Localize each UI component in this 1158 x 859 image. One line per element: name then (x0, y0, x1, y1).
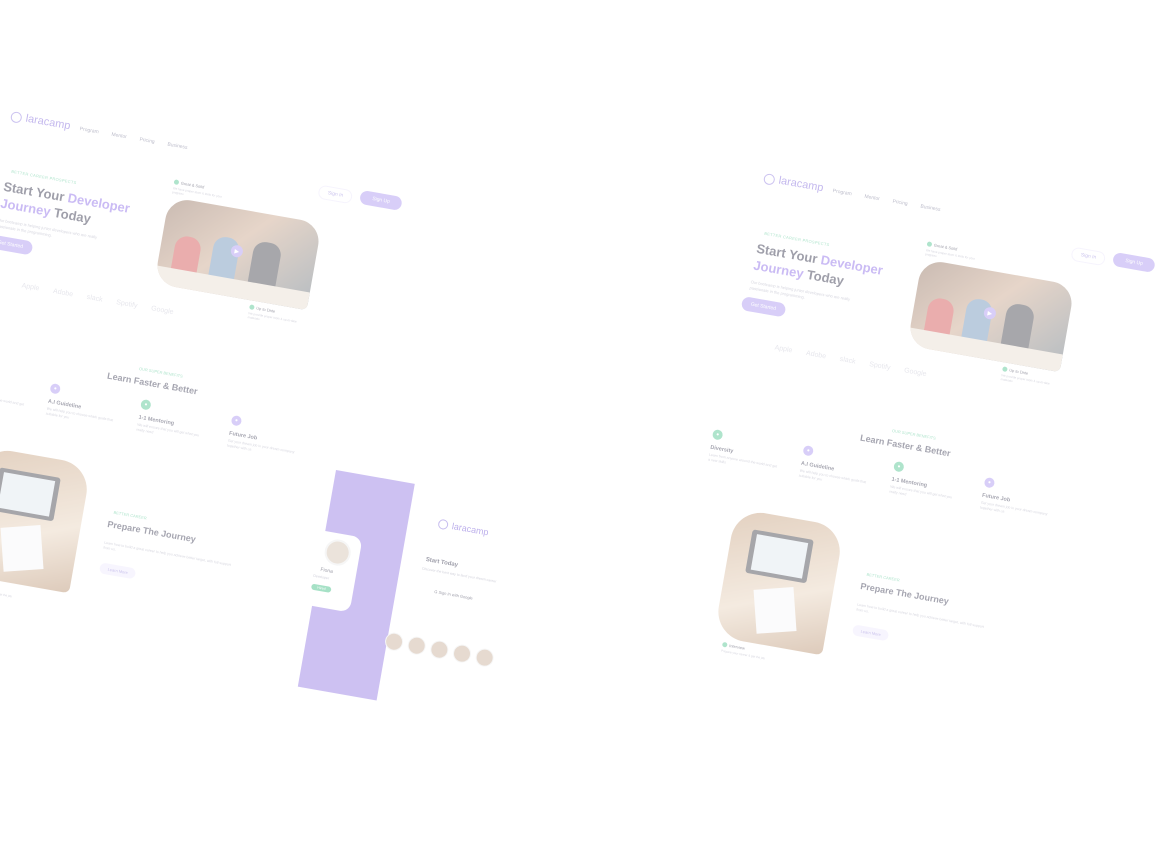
brand-slack: slack (839, 355, 857, 366)
nav-link-program[interactable]: Program (79, 126, 99, 135)
logo[interactable]: laracamp (10, 110, 71, 132)
features-title: Learn Faster & Better (859, 432, 952, 459)
feature-mentoring: ● 1-1 Mentoring We will ensure that you … (889, 460, 964, 507)
feature-ai-guideline: ● A.I Guideline We will help you to choo… (798, 444, 873, 491)
journey-kicker: BETTER CAREER (866, 571, 901, 583)
logo-text: laracamp (24, 112, 72, 133)
journey-kicker: BETTER CAREER (113, 509, 148, 521)
avatar-row (383, 631, 496, 669)
brand-slack: slack (86, 293, 104, 304)
nav-link-pricing[interactable]: Pricing (892, 199, 908, 208)
journey-title: Prepare The Journey (106, 518, 197, 545)
feature-diversity: ● Diversity Learn from anyone around the… (708, 428, 783, 475)
brand-adobe: Adobe (805, 349, 827, 361)
feature-future-job: ● Future Job Get your dream job in your … (979, 476, 1054, 523)
brand-apple: Apple (21, 282, 40, 293)
sign-up-button[interactable]: Sign Up (359, 189, 403, 211)
logo-icon (437, 518, 449, 531)
sign-in-button[interactable]: Sign In (317, 184, 354, 205)
avatar (428, 639, 450, 661)
logo[interactable]: laracamp (763, 172, 824, 194)
badge-subtitle: We provide proper tools & up-to-date mat… (247, 311, 297, 325)
logo-text: laracamp (451, 521, 490, 538)
badge-subtitle: We provide proper tools & up-to-date mat… (1000, 373, 1050, 387)
nav-link-business[interactable]: Business (920, 204, 941, 213)
logo-icon (10, 110, 23, 124)
feature-future-job: ● Future Job Get your dream job in your … (226, 414, 301, 461)
google-signin-label: Sign In with Google (438, 589, 474, 601)
logo-text: laracamp (777, 174, 825, 195)
brand-logos: Apple Adobe slack Spotify Google (21, 282, 174, 316)
status-badge: Hired (310, 583, 332, 593)
mentoring-icon: ● (893, 460, 905, 473)
hero-team-photo: ▶ (154, 196, 322, 311)
check-icon (1001, 366, 1008, 373)
signup-card-mockup: Fiona Developer Hired laracamp Start Tod… (294, 470, 572, 748)
avatar (474, 647, 496, 669)
learn-more-button[interactable]: Learn More (98, 562, 137, 580)
feature-mentoring: ● 1-1 Mentoring We will ensure that you … (136, 398, 211, 445)
future-job-icon: ● (983, 476, 996, 489)
nav-link-program[interactable]: Program (832, 188, 852, 197)
badge-subtitle: Prepare your career & get the job (720, 649, 766, 661)
sign-in-button[interactable]: Sign In (1070, 246, 1107, 267)
avatar (322, 537, 353, 568)
feature-ai-guideline: ● A.I Guideline We will help you to choo… (45, 382, 120, 429)
sign-up-button[interactable]: Sign Up (1112, 251, 1156, 273)
avatar (406, 635, 428, 657)
nav-link-mentor[interactable]: Mentor (864, 194, 880, 203)
brand-logos: Apple Adobe slack Spotify Google (774, 344, 927, 378)
nav-links: Program Mentor Pricing Business (832, 188, 941, 213)
brand-apple: Apple (774, 344, 793, 355)
brand-adobe: Adobe (52, 287, 74, 299)
future-job-icon: ● (230, 414, 243, 427)
ai-guideline-icon: ● (802, 444, 815, 457)
badge-subtitle: Prepare your career & get the job (0, 587, 13, 599)
check-icon (248, 304, 255, 311)
check-icon (926, 241, 933, 248)
get-started-button[interactable]: Get Started (0, 234, 34, 256)
google-signin-button[interactable]: G Sign In with Google (434, 589, 473, 601)
nav-link-pricing[interactable]: Pricing (139, 137, 155, 146)
brand-spotify: Spotify (115, 299, 138, 310)
feature-diversity: ● Diversity Learn from anyone around the… (0, 367, 30, 413)
check-icon (721, 642, 728, 649)
features-title: Learn Faster & Better (106, 370, 199, 397)
get-started-button[interactable]: Get Started (740, 296, 787, 318)
card-subtitle: Discover the best way to land your dream… (421, 566, 497, 584)
avatar (451, 643, 473, 665)
brand-spotify: Spotify (868, 361, 891, 372)
journey-photo (0, 446, 92, 594)
brand-google: Google (903, 367, 927, 379)
card-title: Start Today (425, 556, 459, 569)
profile-name: Fiona (319, 566, 334, 575)
landing-page-mockup-right: laracamp Program Mentor Pricing Business… (657, 172, 1158, 859)
logo-icon (763, 172, 776, 186)
nav-link-business[interactable]: Business (167, 142, 188, 151)
profile-role: Developer (312, 573, 330, 581)
badge-title: Interview (728, 643, 746, 651)
journey-title: Prepare The Journey (859, 580, 950, 607)
nav-links: Program Mentor Pricing Business (79, 126, 188, 151)
check-icon (173, 179, 180, 186)
journey-photo (713, 508, 845, 656)
hero-team-photo: ▶ (907, 258, 1075, 373)
mentoring-icon: ● (140, 398, 152, 411)
diversity-icon: ● (711, 428, 724, 441)
brand-google: Google (150, 305, 174, 317)
ai-guideline-icon: ● (49, 382, 62, 395)
logo[interactable]: laracamp (437, 518, 490, 538)
avatar (383, 631, 405, 653)
nav-link-mentor[interactable]: Mentor (111, 132, 127, 141)
learn-more-button[interactable]: Learn More (851, 624, 890, 642)
